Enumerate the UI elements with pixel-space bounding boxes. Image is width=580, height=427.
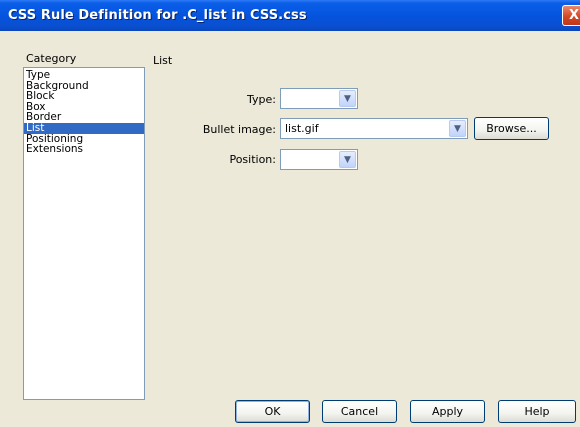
chevron-down-icon[interactable]: ▼: [449, 120, 466, 137]
position-select[interactable]: ▼: [280, 149, 358, 170]
category-item-extensions[interactable]: Extensions: [24, 144, 144, 155]
browse-button[interactable]: Browse...: [474, 117, 549, 140]
apply-button[interactable]: Apply: [410, 400, 485, 423]
category-header: Category: [26, 52, 77, 65]
category-item-type[interactable]: Type: [24, 70, 144, 81]
help-button[interactable]: Help: [498, 400, 576, 423]
dialog-window: CSS Rule Definition for .C_list in CSS.c…: [0, 0, 580, 427]
close-button[interactable]: X: [562, 5, 580, 26]
ok-button[interactable]: OK: [235, 400, 310, 423]
position-label: Position:: [229, 153, 276, 166]
window-title: CSS Rule Definition for .C_list in CSS.c…: [8, 8, 307, 23]
bullet-image-label: Bullet image:: [202, 123, 276, 136]
type-select[interactable]: ▼: [280, 88, 358, 109]
chevron-down-icon[interactable]: ▼: [339, 90, 356, 107]
cancel-button[interactable]: Cancel: [322, 400, 397, 423]
category-item-list[interactable]: List: [24, 123, 144, 134]
bullet-image-value[interactable]: list.gif: [285, 122, 319, 135]
panel-title: List: [153, 54, 173, 67]
chevron-down-icon[interactable]: ▼: [339, 151, 356, 168]
title-bar: CSS Rule Definition for .C_list in CSS.c…: [0, 0, 580, 31]
category-list[interactable]: Type Background Block Box Border List Po…: [23, 67, 145, 400]
bullet-image-combo[interactable]: list.gif ▼: [280, 118, 468, 139]
type-label: Type:: [247, 93, 276, 106]
close-icon: X: [569, 8, 580, 23]
